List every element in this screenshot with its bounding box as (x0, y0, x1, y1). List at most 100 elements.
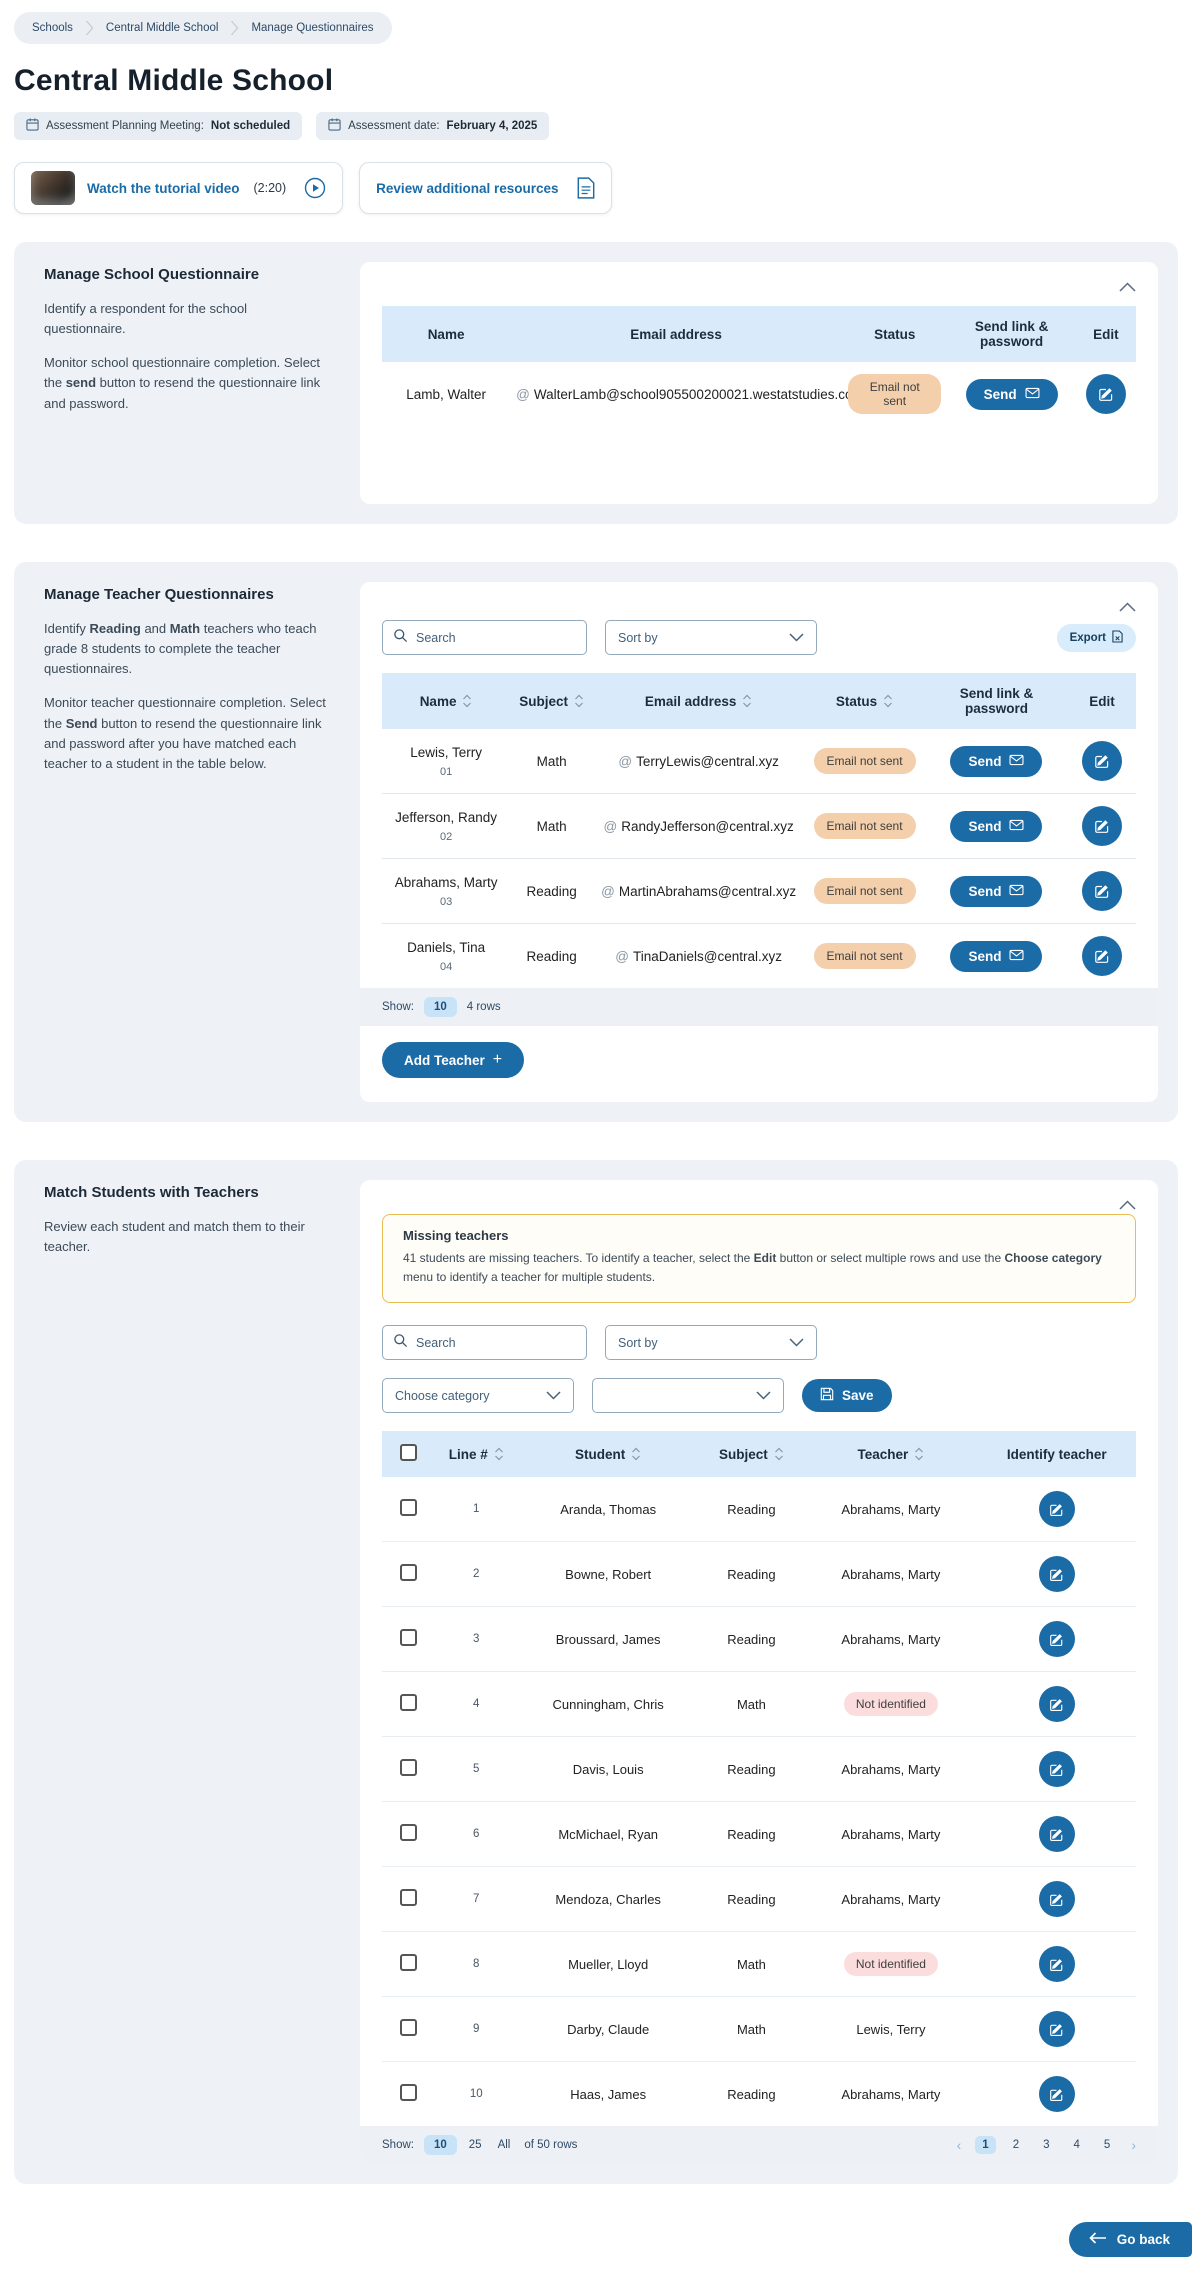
edit-button[interactable] (1082, 806, 1122, 846)
tutorial-duration: (2:20) (254, 181, 287, 195)
student-search[interactable] (382, 1325, 587, 1360)
identify-teacher-button[interactable] (1039, 1491, 1075, 1527)
row-checkbox[interactable] (400, 1564, 417, 1581)
row-checkbox[interactable] (400, 1889, 417, 1906)
student-subject: Reading (699, 1477, 805, 1542)
collapse-icon[interactable] (1115, 276, 1140, 299)
collapse-icon[interactable] (1115, 596, 1140, 619)
send-button[interactable]: Send (950, 811, 1042, 842)
edit-button[interactable] (1086, 374, 1126, 414)
play-icon[interactable] (304, 177, 326, 199)
teacher-name: Jefferson, Randy (395, 810, 497, 825)
row-checkbox[interactable] (400, 1499, 417, 1516)
col-header-status[interactable]: Status (804, 673, 925, 729)
student-subject: Reading (699, 1867, 805, 1932)
calendar-icon (26, 118, 39, 134)
match-students-panel: Missing teachers 41 students are missing… (360, 1180, 1158, 2164)
row-checkbox[interactable] (400, 2019, 417, 2036)
sort-icon (914, 1447, 924, 1461)
table-row: 2 Bowne, Robert Reading Abrahams, Marty (382, 1542, 1136, 1607)
col-header-subject[interactable]: Subject (510, 673, 593, 729)
at-icon: @ (615, 949, 629, 964)
status-badge: Email not sent (814, 878, 916, 904)
row-checkbox[interactable] (400, 1824, 417, 1841)
page-number[interactable]: 5 (1097, 2136, 1117, 2154)
category-value-select[interactable] (592, 1378, 784, 1413)
school-questionnaire-section: Manage School Questionnaire Identify a r… (14, 242, 1178, 524)
identify-teacher-button[interactable] (1039, 2011, 1075, 2047)
page-size-option[interactable]: All (494, 2135, 515, 2155)
col-header-name: Name (382, 306, 510, 362)
row-checkbox[interactable] (400, 1694, 417, 1711)
breadcrumb-school[interactable]: Central Middle School (106, 22, 219, 34)
identify-teacher-button[interactable] (1039, 1556, 1075, 1592)
add-teacher-button[interactable]: Add Teacher + (382, 1042, 524, 1078)
additional-resources-card[interactable]: Review additional resources (359, 162, 611, 214)
export-button[interactable]: Export (1057, 624, 1136, 652)
line-number: 6 (435, 1802, 518, 1867)
send-button[interactable]: Send (966, 379, 1058, 410)
additional-resources-link[interactable]: Review additional resources (376, 181, 558, 196)
collapse-icon[interactable] (1115, 1194, 1140, 1217)
student-sort-select[interactable]: Sort by (605, 1325, 817, 1360)
col-header-name[interactable]: Name (382, 673, 510, 729)
chevron-right-icon (230, 19, 239, 37)
identify-teacher-button[interactable] (1039, 1816, 1075, 1852)
page-size-option[interactable]: 10 (424, 2135, 457, 2155)
teacher-section-title: Manage Teacher Questionnaires (44, 586, 332, 603)
next-page-icon[interactable]: › (1131, 2137, 1136, 2153)
edit-button[interactable] (1082, 871, 1122, 911)
col-header-student[interactable]: Student (518, 1431, 699, 1477)
school-table: Name Email address Status Send link & pa… (382, 306, 1136, 426)
page-number[interactable]: 2 (1006, 2136, 1026, 2154)
breadcrumb-schools[interactable]: Schools (32, 22, 73, 34)
col-header-email[interactable]: Email address (593, 673, 804, 729)
teacher-value: Not identified (844, 1952, 938, 1976)
col-header-send: Send link & password (925, 673, 1068, 729)
school-section-p1: Identify a respondent for the school que… (44, 299, 332, 339)
col-header-email: Email address (510, 306, 842, 362)
save-button[interactable]: Save (802, 1379, 892, 1412)
col-header-line[interactable]: Line # (435, 1431, 518, 1477)
send-button[interactable]: Send (950, 941, 1042, 972)
send-button[interactable]: Send (950, 746, 1042, 777)
col-header-teacher[interactable]: Teacher (804, 1431, 977, 1477)
teacher-sort-select[interactable]: Sort by (605, 620, 817, 655)
student-name: Bowne, Robert (518, 1542, 699, 1607)
identify-teacher-button[interactable] (1039, 1751, 1075, 1787)
identify-teacher-button[interactable] (1039, 1621, 1075, 1657)
teacher-search-input[interactable] (416, 631, 576, 645)
line-number: 4 (435, 1672, 518, 1737)
identify-teacher-button[interactable] (1039, 1686, 1075, 1722)
edit-button[interactable] (1082, 741, 1122, 781)
select-all-checkbox[interactable] (400, 1444, 417, 1461)
total-rows: of 50 rows (524, 2139, 577, 2151)
prev-page-icon[interactable]: ‹ (957, 2137, 962, 2153)
page-size-option[interactable]: 25 (465, 2135, 486, 2155)
page-size-chip[interactable]: 10 (424, 997, 457, 1017)
tutorial-video-link[interactable]: Watch the tutorial video (87, 181, 240, 196)
send-button[interactable]: Send (950, 876, 1042, 907)
teacher-search[interactable] (382, 620, 587, 655)
table-row: Abrahams, Marty03 Reading @MartinAbraham… (382, 859, 1136, 924)
page-number[interactable]: 1 (975, 2136, 995, 2154)
page-number[interactable]: 4 (1067, 2136, 1087, 2154)
row-checkbox[interactable] (400, 1954, 417, 1971)
col-header-send: Send link & password (947, 306, 1075, 362)
edit-button[interactable] (1082, 936, 1122, 976)
row-checkbox[interactable] (400, 1629, 417, 1646)
identify-teacher-button[interactable] (1039, 1881, 1075, 1917)
tutorial-video-card[interactable]: Watch the tutorial video (2:20) (14, 162, 343, 214)
student-search-input[interactable] (416, 1336, 576, 1350)
row-checkbox[interactable] (400, 2084, 417, 2101)
identify-teacher-button[interactable] (1039, 1946, 1075, 1982)
choose-category-select[interactable]: Choose category (382, 1378, 574, 1413)
col-header-subject[interactable]: Subject (699, 1431, 805, 1477)
row-checkbox[interactable] (400, 1759, 417, 1776)
go-back-button[interactable]: Go back (1069, 2222, 1192, 2257)
at-icon: @ (604, 819, 618, 834)
identify-teacher-button[interactable] (1039, 2076, 1075, 2112)
status-badge: Email not sent (814, 943, 916, 969)
page-number[interactable]: 3 (1036, 2136, 1056, 2154)
pencil-square-icon (1049, 1827, 1064, 1842)
